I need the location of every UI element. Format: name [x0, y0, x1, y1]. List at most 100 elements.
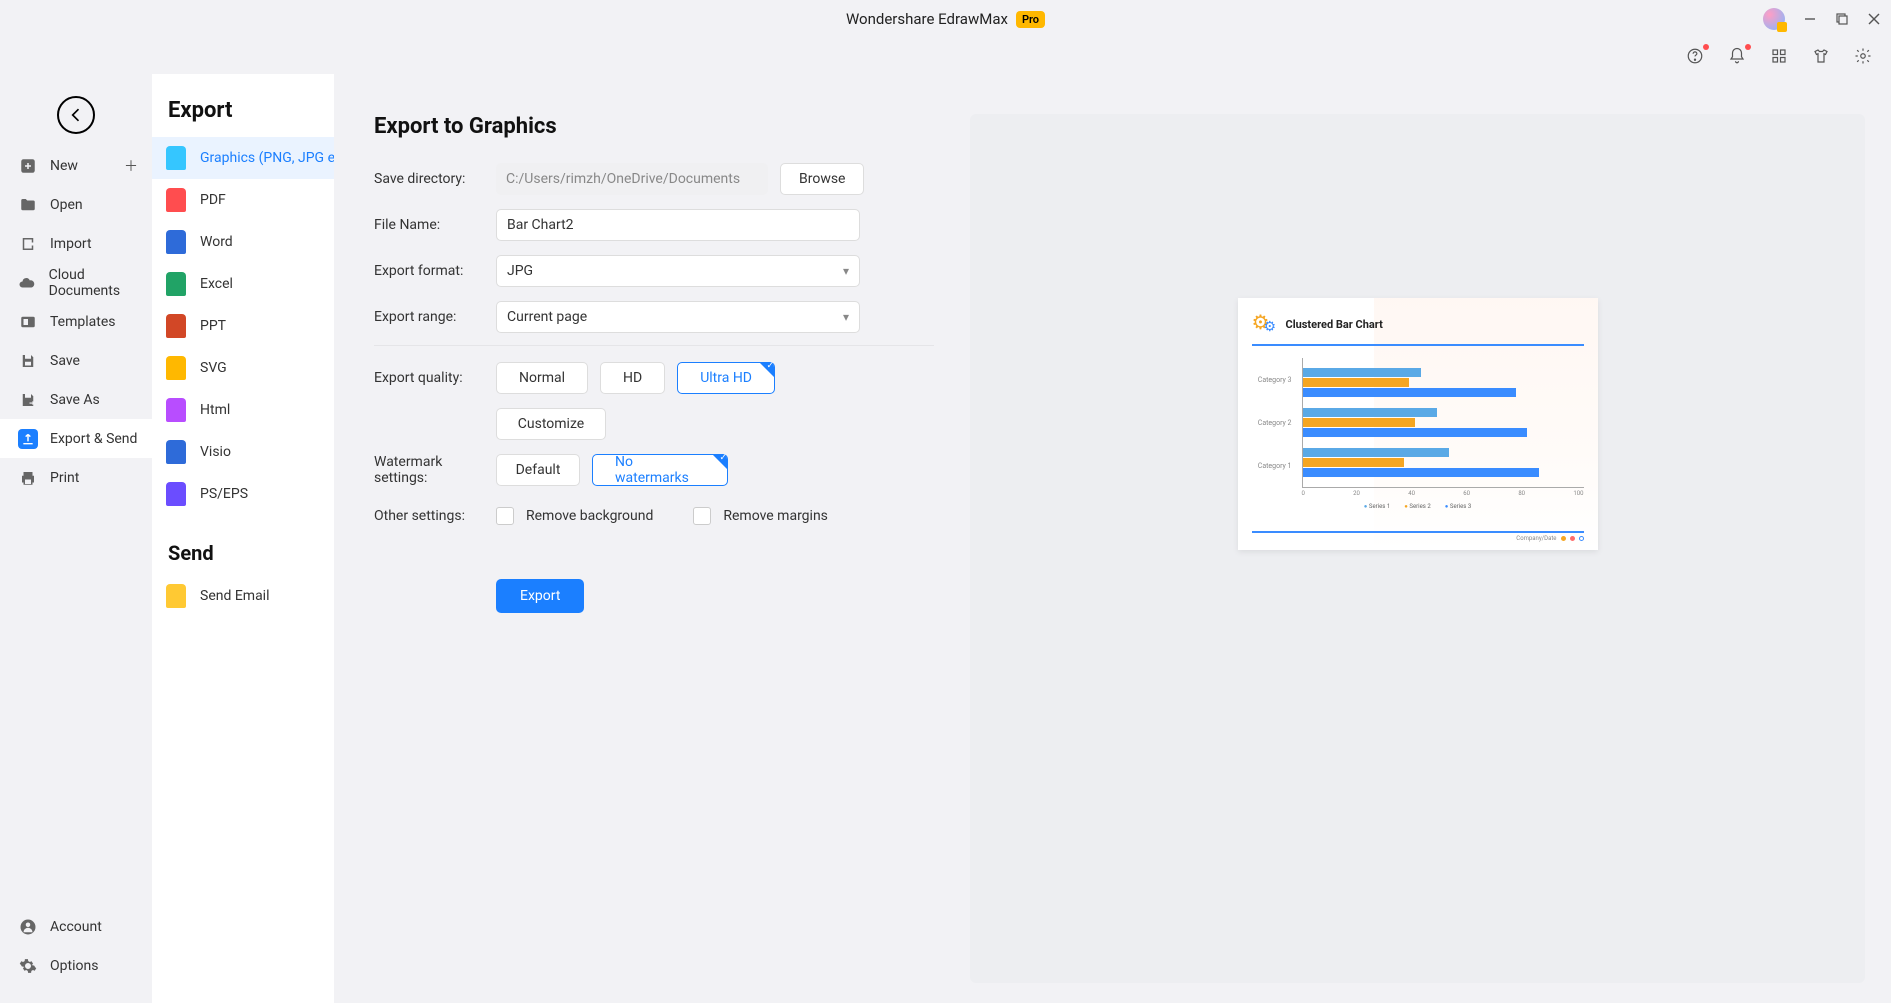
watermark-none[interactable]: No watermarks — [592, 454, 728, 486]
export-type-html[interactable]: Html — [152, 389, 334, 431]
nav-label: Templates — [50, 314, 116, 330]
shirt-icon[interactable] — [1811, 46, 1831, 66]
export-type-visio[interactable]: Visio — [152, 431, 334, 473]
quality-hd[interactable]: HD — [600, 362, 665, 394]
back-button[interactable] — [57, 96, 95, 134]
svg-file-icon — [166, 356, 186, 380]
remove-margins-label: Remove margins — [723, 508, 828, 524]
send-email[interactable]: Send Email — [152, 575, 334, 617]
excel-file-icon — [166, 272, 186, 296]
folder-icon — [18, 195, 38, 215]
help-icon[interactable] — [1685, 46, 1705, 66]
user-icon — [18, 917, 38, 937]
pdf-file-icon — [166, 188, 186, 212]
ppt-file-icon — [166, 314, 186, 338]
nav-save-as[interactable]: Save As — [0, 380, 152, 419]
export-type-word[interactable]: Word — [152, 221, 334, 263]
export-heading: Export — [152, 98, 334, 137]
divider — [374, 345, 934, 346]
quality-normal[interactable]: Normal — [496, 362, 588, 394]
minimize-button[interactable] — [1803, 12, 1817, 26]
nav-label: New — [50, 158, 78, 174]
nav-export-send[interactable]: Export & Send — [0, 419, 152, 458]
export-icon — [18, 429, 38, 449]
range-select[interactable]: Current page — [496, 301, 860, 333]
user-avatar-icon[interactable] — [1763, 8, 1785, 30]
nav-cloud-documents[interactable]: Cloud Documents — [0, 263, 152, 302]
save-dir-input — [496, 163, 768, 195]
nav-open[interactable]: Open — [0, 185, 152, 224]
chart-plot: Category 3 Category 2 Category 1 — [1252, 358, 1584, 488]
export-type-svg[interactable]: SVG — [152, 347, 334, 389]
export-type-ps[interactable]: PS/EPS — [152, 473, 334, 515]
visio-file-icon — [166, 440, 186, 464]
word-file-icon — [166, 230, 186, 254]
mail-icon — [166, 584, 186, 608]
remove-margins-checkbox[interactable] — [693, 507, 711, 525]
html-file-icon — [166, 398, 186, 422]
nav-save[interactable]: Save — [0, 341, 152, 380]
chart-title: Clustered Bar Chart — [1286, 318, 1383, 331]
file-name-label: File Name: — [374, 217, 496, 233]
nav-account[interactable]: Account — [0, 907, 152, 946]
export-type-ppt[interactable]: PPT — [152, 305, 334, 347]
file-name-input[interactable] — [496, 209, 860, 241]
export-button[interactable]: Export — [496, 579, 584, 613]
nav-label: Export & Send — [50, 431, 137, 447]
maximize-button[interactable] — [1835, 12, 1849, 26]
page-title: Export to Graphics — [374, 114, 934, 139]
export-form: Export to Graphics Save directory: Brows… — [374, 114, 934, 983]
nav-new[interactable]: New ＋ — [0, 146, 152, 185]
export-type-pdf[interactable]: PDF — [152, 179, 334, 221]
nav-label: Save As — [50, 392, 100, 408]
app-title: Wondershare EdrawMax — [846, 10, 1008, 28]
plus-square-icon — [18, 156, 38, 176]
settings-gear-icon[interactable] — [1853, 46, 1873, 66]
export-type-excel[interactable]: Excel — [152, 263, 334, 305]
watermark-label: Watermark settings: — [374, 454, 496, 486]
print-icon — [18, 468, 38, 488]
watermark-default[interactable]: Default — [496, 454, 580, 486]
ps-file-icon — [166, 482, 186, 506]
add-new-icon[interactable]: ＋ — [124, 156, 138, 176]
nav-label: Account — [50, 919, 102, 935]
cloud-icon — [18, 273, 37, 293]
bell-icon[interactable] — [1727, 46, 1747, 66]
save-as-icon — [18, 390, 38, 410]
nav-label: Save — [50, 353, 80, 369]
customize-button[interactable]: Customize — [496, 408, 606, 440]
save-icon — [18, 351, 38, 371]
image-file-icon — [166, 146, 186, 170]
nav-label: Open — [50, 197, 83, 213]
export-type-panel: Export Graphics (PNG, JPG et… PDF Word E… — [152, 74, 334, 1003]
other-label: Other settings: — [374, 508, 496, 524]
remove-background-checkbox[interactable] — [496, 507, 514, 525]
preview-thumbnail: Clustered Bar Chart Category 3 Category … — [1238, 298, 1598, 550]
nav-label: Import — [50, 236, 92, 252]
quality-ultra-hd[interactable]: Ultra HD — [677, 362, 775, 394]
content-area: Export to Graphics Save directory: Brows… — [334, 74, 1891, 1003]
remove-background-label: Remove background — [526, 508, 653, 524]
grid-app-icon[interactable] — [1769, 46, 1789, 66]
range-label: Export range: — [374, 309, 496, 325]
import-icon — [18, 234, 38, 254]
format-select[interactable]: JPG — [496, 255, 860, 287]
chart-legend: Series 1 Series 2 Series 3 — [1252, 503, 1584, 510]
chart-footer: Company/Date — [1252, 531, 1584, 542]
save-dir-label: Save directory: — [374, 171, 496, 187]
preview-pane: Clustered Bar Chart Category 3 Category … — [970, 114, 1865, 983]
quality-label: Export quality: — [374, 370, 496, 386]
nav-templates[interactable]: Templates — [0, 302, 152, 341]
export-type-graphics[interactable]: Graphics (PNG, JPG et… — [152, 137, 334, 179]
nav-import[interactable]: Import — [0, 224, 152, 263]
nav-label: Cloud Documents — [49, 267, 152, 299]
format-label: Export format: — [374, 263, 496, 279]
nav-options[interactable]: Options — [0, 946, 152, 985]
title-bar: Wondershare EdrawMax Pro — [0, 0, 1891, 38]
pro-badge: Pro — [1016, 11, 1045, 28]
nav-print[interactable]: Print — [0, 458, 152, 497]
browse-button[interactable]: Browse — [780, 163, 864, 195]
close-button[interactable] — [1867, 12, 1881, 26]
send-heading: Send — [152, 515, 334, 575]
template-icon — [18, 312, 38, 332]
